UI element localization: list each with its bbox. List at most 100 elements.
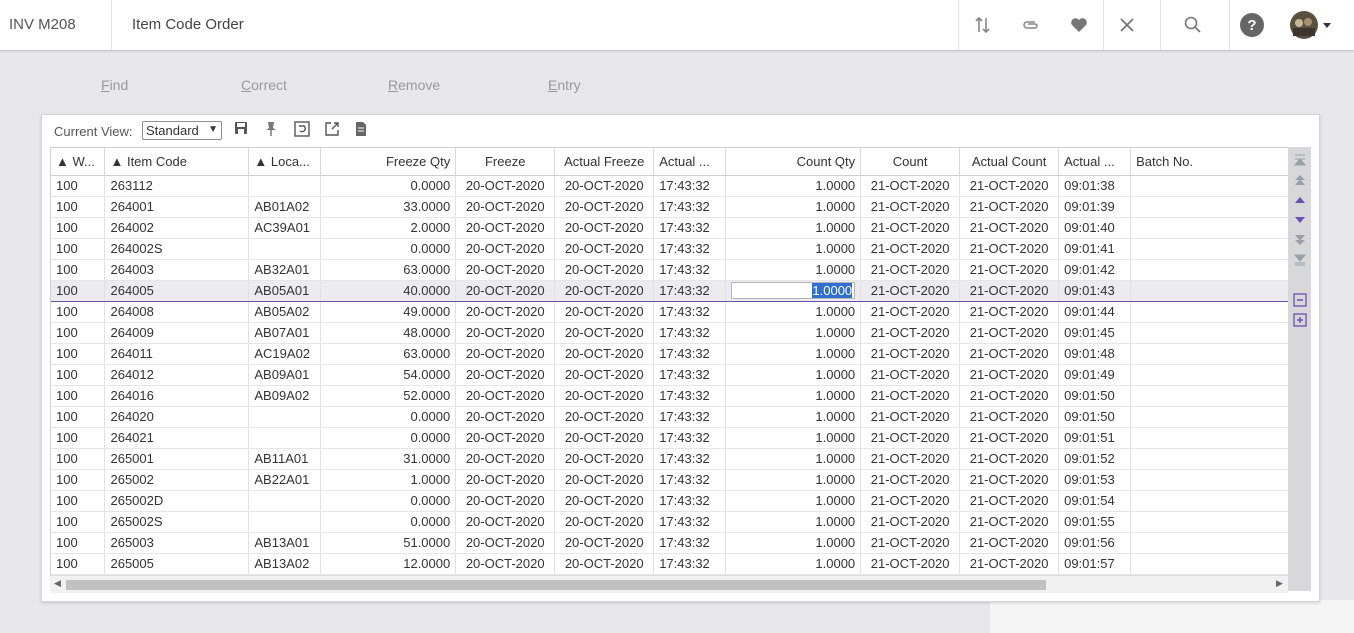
- table-cell[interactable]: 21-OCT-2020: [959, 469, 1060, 491]
- table-row[interactable]: 100 265003 AB13A01 51.0000 20-OCT-2020 20-OCT…: [51, 532, 1289, 554]
- table-row[interactable]: 100 265002S 0.0000 20-OCT-2020 20-OCT-2020 17…: [51, 511, 1289, 533]
- table-cell[interactable]: 264003: [104, 259, 250, 281]
- table-cell[interactable]: 1.0000: [725, 279, 862, 302]
- table-cell[interactable]: 20-OCT-2020: [554, 553, 655, 575]
- collapse-icon[interactable]: [1292, 292, 1307, 307]
- table-cell[interactable]: 21-OCT-2020: [860, 259, 961, 281]
- table-cell[interactable]: 21-OCT-2020: [959, 364, 1060, 386]
- table-cell[interactable]: 09:01:55: [1058, 511, 1132, 533]
- table-cell[interactable]: 20-OCT-2020: [455, 364, 556, 386]
- table-cell[interactable]: 21-OCT-2020: [860, 238, 961, 260]
- table-cell[interactable]: 20-OCT-2020: [455, 448, 556, 470]
- table-cell[interactable]: 17:43:32: [653, 511, 727, 533]
- table-cell[interactable]: 54.0000: [320, 364, 457, 386]
- table-cell[interactable]: 09:01:39: [1058, 196, 1132, 218]
- table-cell[interactable]: 100: [51, 259, 106, 281]
- save-icon[interactable]: [234, 121, 252, 139]
- table-cell[interactable]: AB09A02: [248, 385, 322, 407]
- table-cell[interactable]: 21-OCT-2020: [959, 427, 1060, 449]
- table-cell[interactable]: 20-OCT-2020: [554, 259, 655, 281]
- table-cell[interactable]: 09:01:50: [1058, 385, 1132, 407]
- table-cell[interactable]: AB13A01: [248, 532, 322, 554]
- table-cell[interactable]: [1130, 553, 1289, 575]
- last-page-icon[interactable]: [1292, 252, 1307, 267]
- table-cell[interactable]: 20-OCT-2020: [455, 196, 556, 218]
- table-cell[interactable]: 09:01:54: [1058, 490, 1132, 512]
- table-cell[interactable]: 17:43:32: [653, 259, 727, 281]
- scroll-left-icon[interactable]: ◀: [54, 578, 61, 589]
- help-icon[interactable]: ?: [1238, 0, 1266, 50]
- table-cell[interactable]: 20-OCT-2020: [455, 532, 556, 554]
- table-cell[interactable]: AB32A01: [248, 259, 322, 281]
- table-cell[interactable]: 21-OCT-2020: [959, 238, 1060, 260]
- table-cell[interactable]: 1.0000: [725, 469, 862, 491]
- table-cell[interactable]: 20-OCT-2020: [554, 175, 655, 197]
- table-cell[interactable]: 21-OCT-2020: [860, 175, 961, 197]
- table-row[interactable]: 100 264001 AB01A02 33.0000 20-OCT-2020 20-OCT…: [51, 196, 1289, 218]
- table-cell[interactable]: 20-OCT-2020: [554, 301, 655, 323]
- table-cell[interactable]: 17:43:32: [653, 448, 727, 470]
- table-cell[interactable]: 21-OCT-2020: [860, 301, 961, 323]
- table-cell[interactable]: 20-OCT-2020: [455, 322, 556, 344]
- table-cell[interactable]: 100: [51, 553, 106, 575]
- table-cell[interactable]: [248, 238, 322, 260]
- table-cell[interactable]: 17:43:32: [653, 364, 727, 386]
- table-cell[interactable]: 21-OCT-2020: [959, 511, 1060, 533]
- table-cell[interactable]: 49.0000: [320, 301, 457, 323]
- table-cell[interactable]: 20-OCT-2020: [455, 490, 556, 512]
- table-cell[interactable]: 17:43:32: [653, 279, 727, 302]
- table-cell[interactable]: [248, 175, 322, 197]
- search-icon[interactable]: [1170, 0, 1216, 50]
- table-cell[interactable]: 20-OCT-2020: [554, 427, 655, 449]
- table-cell[interactable]: 1.0000: [725, 511, 862, 533]
- table-cell[interactable]: 100: [51, 427, 106, 449]
- entry-button[interactable]: Entry: [548, 77, 581, 93]
- table-cell[interactable]: 21-OCT-2020: [860, 343, 961, 365]
- table-cell[interactable]: 264020: [104, 406, 250, 428]
- table-cell[interactable]: 31.0000: [320, 448, 457, 470]
- table-row[interactable]: 100 264003 AB32A01 63.0000 20-OCT-2020 20-OCT…: [51, 259, 1289, 281]
- table-cell[interactable]: 20-OCT-2020: [554, 406, 655, 428]
- table-cell[interactable]: 20-OCT-2020: [554, 532, 655, 554]
- table-cell[interactable]: 21-OCT-2020: [860, 511, 961, 533]
- table-cell[interactable]: [248, 406, 322, 428]
- table-cell[interactable]: 1.0000: [725, 322, 862, 344]
- table-cell[interactable]: 1.0000: [725, 553, 862, 575]
- pin-icon[interactable]: [264, 121, 282, 139]
- table-cell[interactable]: 40.0000: [320, 279, 457, 302]
- close-icon[interactable]: [1104, 0, 1150, 50]
- table-cell[interactable]: 21-OCT-2020: [860, 469, 961, 491]
- table-cell[interactable]: 63.0000: [320, 259, 457, 281]
- table-cell[interactable]: 17:43:32: [653, 553, 727, 575]
- table-cell[interactable]: AB09A01: [248, 364, 322, 386]
- table-cell[interactable]: 20-OCT-2020: [554, 511, 655, 533]
- table-cell[interactable]: 21-OCT-2020: [860, 490, 961, 512]
- correct-button[interactable]: Correct: [241, 77, 287, 93]
- table-cell[interactable]: AB05A01: [248, 279, 322, 302]
- table-cell[interactable]: 21-OCT-2020: [959, 448, 1060, 470]
- table-cell[interactable]: 09:01:41: [1058, 238, 1132, 260]
- table-cell[interactable]: 20-OCT-2020: [554, 196, 655, 218]
- table-cell[interactable]: [1130, 532, 1289, 554]
- table-cell[interactable]: 20-OCT-2020: [554, 217, 655, 239]
- table-cell[interactable]: [248, 490, 322, 512]
- table-cell[interactable]: 21-OCT-2020: [959, 385, 1060, 407]
- table-cell[interactable]: 1.0000: [725, 427, 862, 449]
- table-cell[interactable]: 09:01:49: [1058, 364, 1132, 386]
- table-row[interactable]: 100 263112 0.0000 20-OCT-2020 20-OCT-2020 17:…: [51, 175, 1289, 197]
- table-cell[interactable]: 21-OCT-2020: [959, 553, 1060, 575]
- table-cell[interactable]: 20-OCT-2020: [554, 469, 655, 491]
- table-cell[interactable]: 09:01:50: [1058, 406, 1132, 428]
- table-cell[interactable]: 100: [51, 301, 106, 323]
- table-cell[interactable]: 21-OCT-2020: [959, 217, 1060, 239]
- document-icon[interactable]: [354, 121, 372, 139]
- table-row[interactable]: 100 264005 AB05A01 40.0000 20-OCT-2020 20-OCT…: [51, 279, 1289, 302]
- column-header[interactable]: Actual ...: [1058, 148, 1132, 176]
- table-cell[interactable]: 09:01:44: [1058, 301, 1132, 323]
- table-cell[interactable]: 100: [51, 511, 106, 533]
- table-cell[interactable]: 20-OCT-2020: [455, 238, 556, 260]
- table-cell[interactable]: 264002: [104, 217, 250, 239]
- table-cell[interactable]: 20-OCT-2020: [455, 259, 556, 281]
- table-cell[interactable]: 1.0000: [725, 385, 862, 407]
- table-cell[interactable]: 21-OCT-2020: [959, 406, 1060, 428]
